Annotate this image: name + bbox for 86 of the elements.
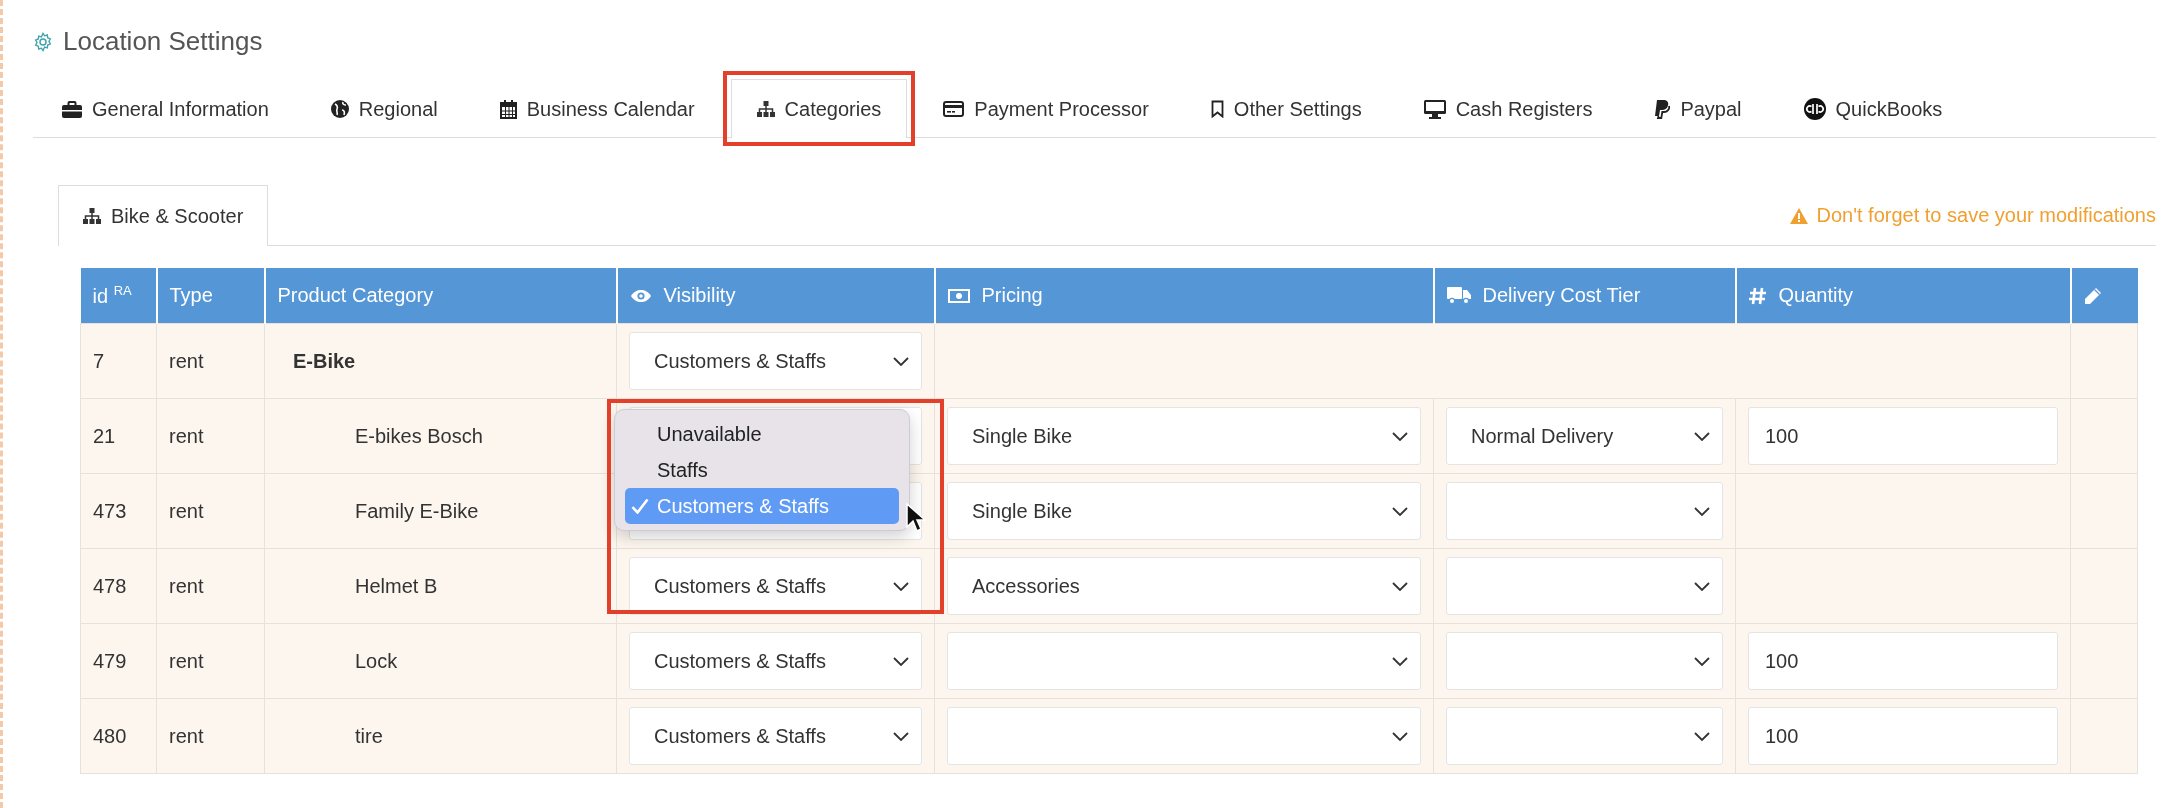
table-cell: rent xyxy=(169,724,204,747)
caret-icon xyxy=(893,581,909,591)
banknote-icon xyxy=(947,288,970,303)
sitemap-icon xyxy=(756,101,775,117)
save-reminder: Don't forget to save your modifications xyxy=(1816,204,2156,227)
dropdown-option[interactable]: Staffs xyxy=(625,452,899,488)
caret-icon xyxy=(1694,581,1710,591)
category-name: Family E-Bike xyxy=(354,499,479,523)
column-header: Product Category xyxy=(277,284,434,307)
caret-icon xyxy=(893,356,909,366)
caret-icon xyxy=(1392,506,1408,516)
table-cell: 7 xyxy=(93,349,105,372)
tab[interactable]: Cash Registers xyxy=(1397,79,1619,138)
column-header: id $^{RA}$ xyxy=(92,283,132,308)
calendar-icon xyxy=(499,99,517,119)
table-cell: 480 xyxy=(93,724,127,747)
column-header: Visibility xyxy=(663,284,736,307)
dropdown-field[interactable] xyxy=(1446,482,1723,540)
category-name: Lock xyxy=(354,649,398,673)
dropdown-field[interactable] xyxy=(947,632,1421,690)
quantity-field[interactable]: 100 xyxy=(1748,632,2058,690)
caret-icon xyxy=(893,656,909,666)
caret-icon xyxy=(893,731,909,741)
column-header: Pricing xyxy=(981,284,1043,307)
category-name: tire xyxy=(354,724,383,748)
caret-icon xyxy=(1392,431,1408,441)
globe-icon xyxy=(330,100,349,118)
dropdown-field[interactable]: Customers & Staffs xyxy=(629,332,922,390)
dropdown-field[interactable]: Customers & Staffs xyxy=(629,557,922,615)
quickbooks-icon xyxy=(1803,98,1826,120)
tab[interactable]: Other Settings xyxy=(1184,79,1388,138)
dropdown-field[interactable] xyxy=(1446,707,1723,765)
table-cell: 473 xyxy=(93,499,127,522)
dropdown-field[interactable]: Accessories xyxy=(947,557,1421,615)
tab[interactable]: General Information xyxy=(36,79,295,138)
dropdown-field[interactable] xyxy=(1446,557,1723,615)
truck-icon xyxy=(1446,287,1471,304)
caret-icon xyxy=(1694,656,1710,666)
table-cell: rent xyxy=(169,424,204,447)
dropdown-field[interactable]: Single Bike xyxy=(947,482,1421,540)
category-name: E-bikes Bosch xyxy=(354,424,483,448)
column-header: Quantity xyxy=(1778,284,1853,307)
tab[interactable]: Bike & Scooter xyxy=(58,185,269,246)
table-cell: 479 xyxy=(93,649,127,672)
dropdown-field[interactable]: Customers & Staffs xyxy=(629,707,922,765)
category-name: Helmet B xyxy=(354,574,438,598)
warning-icon xyxy=(1790,207,1809,224)
column-header: Type xyxy=(169,284,213,307)
tab[interactable]: Business Calendar xyxy=(473,79,721,138)
caret-icon xyxy=(1694,731,1710,741)
table-cell: rent xyxy=(169,499,204,522)
table-cell: 478 xyxy=(93,574,127,597)
dropdown-field[interactable]: Single Bike xyxy=(947,407,1421,465)
category-name: E-Bike xyxy=(292,349,356,373)
eye-icon xyxy=(629,288,652,303)
table-cell: rent xyxy=(169,649,204,672)
caret-icon xyxy=(1694,506,1710,516)
check-icon xyxy=(631,498,649,514)
caret-icon xyxy=(1392,656,1408,666)
column-header: Delivery Cost Tier xyxy=(1482,284,1641,307)
dropdown-field[interactable] xyxy=(947,707,1421,765)
tab[interactable]: QuickBooks xyxy=(1777,79,1969,138)
tab[interactable]: Paypal xyxy=(1628,79,1768,138)
credit-card-icon xyxy=(943,101,965,117)
dropdown-field[interactable] xyxy=(1446,632,1723,690)
dropdown-field[interactable]: Normal Delivery xyxy=(1446,407,1723,465)
bookmark-icon xyxy=(1210,100,1224,118)
table-cell: rent xyxy=(169,574,204,597)
pencil-icon[interactable] xyxy=(2083,286,2102,305)
sitemap-icon xyxy=(83,208,101,224)
quantity-field[interactable]: 100 xyxy=(1748,707,2058,765)
caret-icon xyxy=(1694,431,1710,441)
dropdown-field[interactable]: Customers & Staffs xyxy=(629,632,922,690)
gear-icon xyxy=(33,31,53,52)
tab[interactable]: Payment Processor xyxy=(917,79,1175,138)
tab[interactable]: Regional xyxy=(304,79,464,138)
table-cell: rent xyxy=(169,349,204,372)
hash-icon xyxy=(1748,286,1767,305)
page-title: Location Settings xyxy=(63,26,263,57)
paypal-icon xyxy=(1654,99,1671,119)
quantity-field[interactable]: 100 xyxy=(1748,407,2058,465)
caret-icon xyxy=(1392,581,1408,591)
caret-icon xyxy=(1392,731,1408,741)
table-cell: 21 xyxy=(93,424,116,447)
monitor-icon xyxy=(1423,99,1446,119)
briefcase-icon xyxy=(62,100,82,118)
